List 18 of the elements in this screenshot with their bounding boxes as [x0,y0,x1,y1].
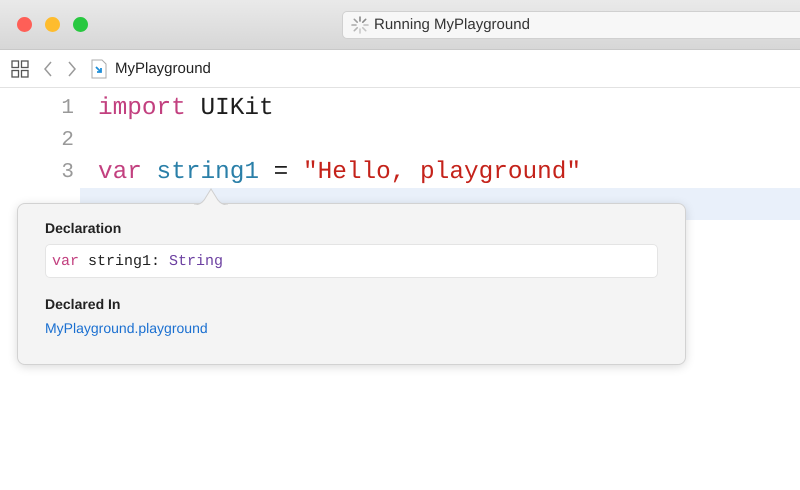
grid-icon[interactable] [11,60,29,78]
playground-file-icon [91,58,107,78]
forward-icon[interactable] [67,60,77,76]
code-line: import UIKit [98,94,274,122]
close-button[interactable] [17,17,32,32]
file-name[interactable]: MyPlayground [115,60,211,77]
activity-status-field: Running MyPlayground [342,10,800,38]
line-number: 3 [60,160,74,184]
section-heading: Declared In [45,296,122,312]
section-heading: Declaration [45,220,122,236]
line-number: 2 [60,128,74,152]
line-number: 1 [60,96,74,120]
code-line: var string1 = "Hello, playground" [98,158,582,186]
declaration-code: var string1: String [45,244,658,278]
zoom-button[interactable] [73,17,88,32]
spinner-icon [351,16,369,34]
declared-in-link[interactable]: MyPlayground.playground [45,320,208,336]
back-icon[interactable] [43,60,53,76]
